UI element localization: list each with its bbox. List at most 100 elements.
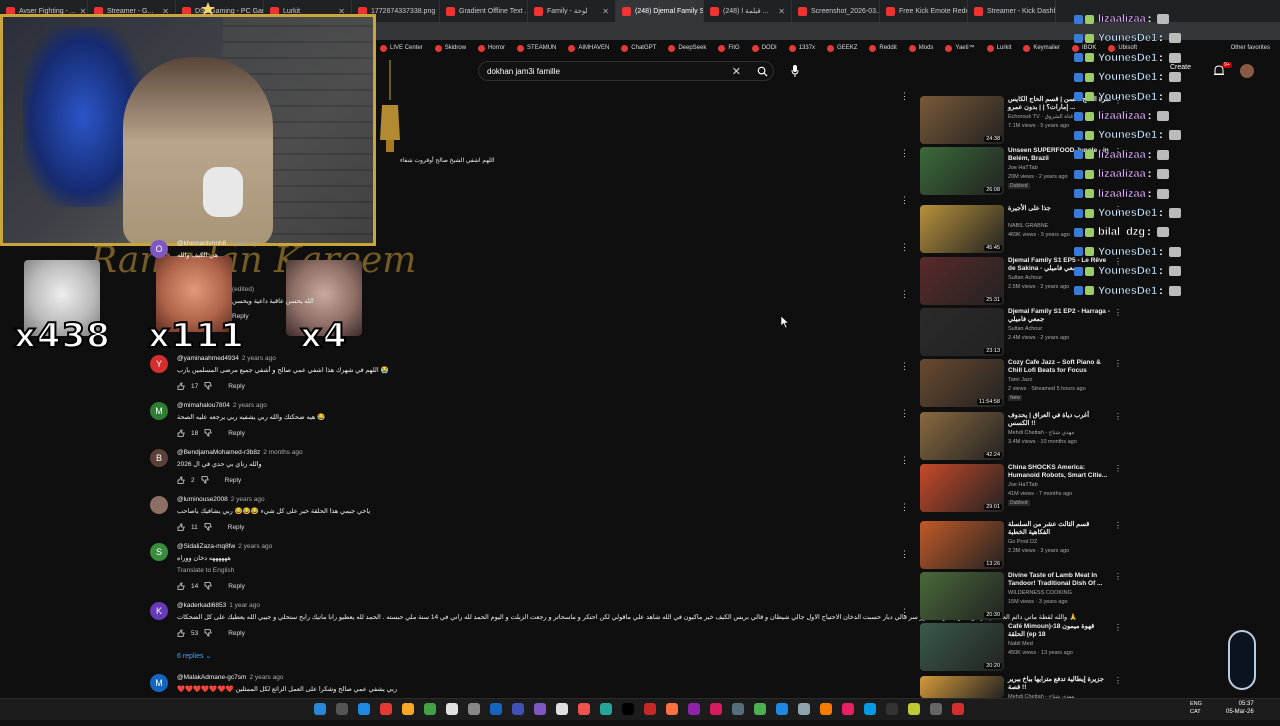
comment-time[interactable]: 1 year ago (229, 602, 260, 609)
taskbar-app-icon[interactable] (578, 703, 590, 715)
bookmark-item[interactable]: DODI (751, 44, 777, 52)
taskbar-app-icon[interactable] (864, 703, 876, 715)
more-actions-icon[interactable]: ⋮ (900, 454, 909, 466)
browser-tab[interactable]: Gradient Offline Text ...✕ (440, 0, 528, 22)
thumbs-up-icon[interactable] (177, 382, 185, 390)
comment-time[interactable]: 1 year ago (229, 240, 260, 247)
video-title[interactable]: جزيرة إيطالية تدفع مترايها بباخ ببرير قص… (1008, 676, 1112, 692)
taskbar-app-icon[interactable] (688, 703, 700, 715)
video-channel[interactable]: Sultan Achour (1008, 275, 1042, 281)
related-video-item[interactable]: 20:30 Divine Taste of Lamb Meat In Tandoo… (920, 572, 1122, 622)
thumbs-up-icon[interactable] (177, 582, 185, 590)
taskbar-app-icon[interactable] (798, 703, 810, 715)
video-channel[interactable]: Tami Jazz (1008, 377, 1032, 383)
more-actions-icon[interactable]: ⋮ (1114, 308, 1122, 317)
taskbar-app-icon[interactable] (380, 703, 392, 715)
taskbar-app-icon[interactable] (754, 703, 766, 715)
video-title[interactable]: Divine Taste of Lamb Meat In Tandoor! Tr… (1008, 572, 1112, 588)
thumbs-up-icon[interactable] (177, 629, 185, 637)
avatar[interactable]: Y (150, 355, 168, 373)
more-actions-icon[interactable]: ⋮ (900, 90, 909, 102)
bookmark-item[interactable]: DeepSeek (668, 44, 706, 52)
related-video-item[interactable]: 13:26 قسم الثالث عشر من السلسلة الفكاهية … (920, 521, 1122, 571)
more-actions-icon[interactable]: ⋮ (1114, 676, 1122, 685)
video-thumbnail[interactable]: 13:26 (920, 521, 1004, 569)
comment-time[interactable]: 2 years ago (242, 355, 276, 362)
taskbar-app-icon[interactable] (600, 703, 612, 715)
search-button[interactable] (750, 61, 774, 81)
taskbar-app-icon[interactable] (886, 703, 898, 715)
more-actions-icon[interactable]: ⋮ (900, 241, 909, 253)
taskbar-app-icon[interactable] (644, 703, 656, 715)
thumbs-down-icon[interactable] (204, 523, 212, 531)
video-channel[interactable]: Go Prod DZ (1008, 539, 1037, 545)
reply-button[interactable]: Reply (228, 524, 245, 531)
close-tab-icon[interactable]: ✕ (778, 7, 785, 16)
video-channel[interactable]: NABIL GRABNE (1008, 223, 1048, 229)
comment-time[interactable]: 2 years ago (231, 496, 265, 503)
taskbar-app-icon[interactable] (930, 703, 942, 715)
taskbar-app-icon[interactable] (842, 703, 854, 715)
browser-tab[interactable]: (248) Djemal Family S...✕ (616, 0, 704, 22)
video-thumbnail[interactable] (920, 676, 1004, 698)
translate-link[interactable]: Translate to English (177, 567, 234, 574)
more-actions-icon[interactable]: ⋮ (900, 147, 909, 159)
other-favorites[interactable]: Other favorites (1231, 45, 1270, 51)
bookmark-item[interactable]: 1337x (788, 44, 815, 52)
reply-button[interactable]: Reply (228, 430, 245, 437)
taskbar-app-icon[interactable] (358, 703, 370, 715)
comment-time[interactable]: 2 months ago (263, 449, 302, 456)
comment-time[interactable]: 2 years ago (233, 402, 267, 409)
related-video-item[interactable]: 42:24 أغرب دياة في العراق | يحدوف الكسس !… (920, 412, 1122, 462)
system-clock[interactable]: 05:37 05-Mar-26 (1226, 700, 1254, 716)
thumbs-down-icon[interactable] (204, 429, 212, 437)
video-thumbnail[interactable]: 24:38 (920, 96, 1004, 144)
comment-author[interactable]: @yaminaahmed4934 (177, 355, 239, 362)
clear-search-icon[interactable]: ✕ (732, 65, 741, 78)
avatar[interactable]: S (150, 543, 168, 561)
comment-author[interactable]: @MalakAdmane-gc7sm (177, 674, 246, 681)
more-actions-icon[interactable]: ⋮ (1114, 464, 1122, 473)
taskbar-app-icon[interactable] (402, 703, 414, 715)
avatar[interactable]: M (150, 402, 168, 420)
video-title[interactable]: أغرب دياة في العراق | يحدوف الكسس !! (1008, 412, 1112, 428)
video-title[interactable]: Djemal Family S1 EP2 - Harraga - جمعي فا… (1008, 308, 1112, 324)
video-thumbnail[interactable]: 29:01 (920, 464, 1004, 512)
related-video-item[interactable]: 11:54:58 Cozy Cafe Jazz – Soft Piano & Ch… (920, 359, 1122, 409)
more-actions-icon[interactable]: ⋮ (900, 288, 909, 300)
video-channel[interactable]: Mehdi Chettah - مهدي شتاح (1008, 430, 1074, 436)
bookmark-item[interactable]: Yaeti™ (945, 44, 975, 52)
video-thumbnail[interactable]: 11:54:58 (920, 359, 1004, 407)
thumbs-up-icon[interactable] (177, 523, 185, 531)
browser-tab[interactable]: Screenshot_2026-03...✕ (792, 0, 880, 22)
taskbar-app-icon[interactable] (622, 703, 634, 715)
more-actions-icon[interactable]: ⋮ (900, 194, 909, 206)
more-actions-icon[interactable]: ⋮ (900, 548, 909, 560)
video-title[interactable]: Cozy Cafe Jazz – Soft Piano & Chill Lofi… (1008, 359, 1112, 375)
taskbar-app-icon[interactable] (468, 703, 480, 715)
video-channel[interactable]: Nabil Med (1008, 641, 1033, 647)
bookmark-item[interactable]: ChatGPT (621, 44, 656, 52)
taskbar-app-icon[interactable] (512, 703, 524, 715)
bookmark-item[interactable]: Keymailer (1023, 44, 1060, 52)
bookmark-item[interactable]: LIVE Center (380, 44, 423, 52)
taskbar-app-icon[interactable] (490, 703, 502, 715)
bookmark-item[interactable]: Reddit (869, 44, 897, 52)
thumbs-down-icon[interactable] (201, 476, 209, 484)
thumbs-down-icon[interactable] (204, 582, 212, 590)
comment-author[interactable]: @BendjamaMohamed-r3b8z (177, 449, 260, 456)
avatar[interactable]: O (150, 240, 168, 258)
video-title[interactable]: Café Mimoun)-18 قهوة ميمون الحلقة (ep 18 (1008, 623, 1112, 639)
close-tab-icon[interactable]: ✕ (602, 7, 609, 16)
taskbar-app-icon[interactable] (776, 703, 788, 715)
bookmark-item[interactable]: AIMHAVEN (568, 44, 609, 52)
avatar[interactable]: M (150, 674, 168, 692)
browser-tab[interactable]: (248) قيلمة ا ... ✕ (704, 0, 792, 22)
comment-time[interactable]: 2 years ago (238, 543, 272, 550)
comment-author[interactable]: @kaderkadi6853 (177, 602, 226, 609)
taskbar-app-icon[interactable] (908, 703, 920, 715)
comment-author[interactable]: @luminouse2008 (177, 496, 228, 503)
video-channel[interactable]: Sultan Achour (1008, 326, 1042, 332)
thumbs-down-icon[interactable] (204, 382, 212, 390)
thumbs-up-icon[interactable] (177, 476, 185, 484)
